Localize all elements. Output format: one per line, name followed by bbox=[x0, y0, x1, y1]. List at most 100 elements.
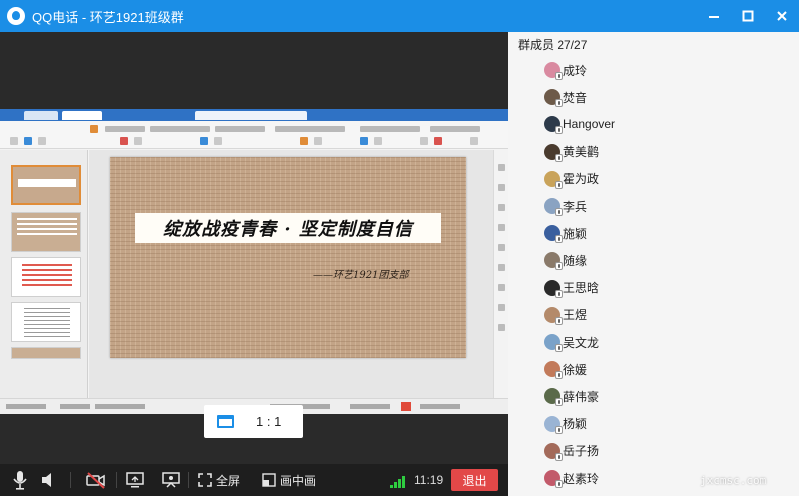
member-item[interactable]: 王思晗 bbox=[544, 277, 599, 299]
member-name: 施颖 bbox=[563, 226, 588, 241]
members-count: 群成员 27/27 bbox=[518, 38, 588, 52]
fullscreen-label: 全屏 bbox=[216, 473, 241, 488]
qq-logo-icon bbox=[7, 7, 25, 25]
member-name: 随缘 bbox=[563, 253, 588, 268]
mic-status-icon bbox=[555, 99, 563, 108]
member-item[interactable]: 王煜 bbox=[544, 304, 587, 326]
member-item[interactable]: 霍为政 bbox=[544, 168, 599, 190]
minimize-icon bbox=[709, 16, 719, 18]
slide-thumbnail bbox=[11, 257, 81, 297]
pip-label: 画中画 bbox=[280, 473, 317, 488]
member-item[interactable]: 吴文龙 bbox=[544, 331, 599, 353]
slide-thumbnail bbox=[11, 302, 81, 342]
maximize-icon bbox=[742, 10, 754, 22]
slide-thumbnail bbox=[11, 347, 81, 359]
shared-ribbon bbox=[0, 121, 508, 149]
microphone-icon bbox=[13, 471, 27, 490]
slide-title: 绽放战疫青春 · 坚定制度自信 bbox=[163, 219, 413, 240]
slide: 绽放战疫青春 · 坚定制度自信 ——环艺1921团支部 bbox=[110, 157, 466, 358]
member-item[interactable]: 李兵 bbox=[544, 195, 587, 217]
slide-subtitle: ——环艺1921团支部 bbox=[313, 270, 409, 281]
shared-tab bbox=[195, 111, 307, 120]
mic-status-icon bbox=[555, 480, 563, 488]
member-name: 吴文龙 bbox=[563, 335, 600, 350]
mic-status-icon bbox=[555, 344, 563, 352]
exit-button[interactable]: 退出 bbox=[451, 469, 498, 491]
speaker-button[interactable] bbox=[40, 464, 58, 496]
avatar bbox=[544, 170, 563, 189]
fullscreen-icon bbox=[198, 473, 212, 487]
member-name: 李兵 bbox=[563, 199, 588, 214]
member-item[interactable]: 赵素玲 bbox=[544, 467, 599, 489]
mic-status-icon bbox=[555, 208, 563, 216]
avatar bbox=[544, 415, 563, 434]
avatar bbox=[544, 388, 563, 407]
member-name: 王煜 bbox=[563, 308, 588, 323]
speaker-icon bbox=[42, 473, 51, 487]
member-name: 焚音 bbox=[563, 90, 588, 105]
avatar bbox=[544, 62, 563, 80]
mic-status-icon bbox=[555, 316, 563, 325]
mic-status-icon bbox=[555, 235, 563, 244]
member-item[interactable]: 黄美鹳 bbox=[544, 141, 599, 163]
shared-tab bbox=[62, 111, 102, 120]
avatar bbox=[544, 334, 563, 352]
members-panel: 群成员 27/27 成玲焚音 Hangover 黄美鹳霍为政李兵施颖随缘王思晗王煜吴… bbox=[508, 32, 799, 496]
member-name: Hangover bbox=[563, 117, 616, 132]
slide-thumbnail bbox=[11, 165, 81, 205]
avatar bbox=[544, 361, 563, 380]
window-icon bbox=[217, 415, 234, 428]
maximize-button[interactable] bbox=[731, 0, 765, 32]
member-item[interactable]: 成玲 bbox=[544, 59, 587, 81]
member-item[interactable]: 徐媛 bbox=[544, 358, 587, 380]
video-area[interactable]: 绽放战疫青春 · 坚定制度自信 ——环艺1921团支部 1: 1 bbox=[0, 32, 508, 464]
member-item[interactable]: 随缘 bbox=[544, 249, 587, 271]
avatar bbox=[544, 143, 563, 162]
call-duration: 11:19 bbox=[414, 473, 444, 487]
signal-strength-icon bbox=[390, 476, 408, 488]
avatar bbox=[544, 198, 563, 216]
shared-app-tabbar bbox=[0, 109, 508, 121]
member-name: 黄美鹳 bbox=[563, 145, 600, 160]
slide-canvas: 绽放战疫青春 · 坚定制度自信 ——环艺1921团支部 bbox=[89, 150, 493, 398]
member-item[interactable]: 施颖 bbox=[544, 222, 587, 244]
mic-status-icon bbox=[555, 126, 563, 135]
shared-tab bbox=[24, 111, 58, 120]
avatar bbox=[544, 442, 563, 461]
avatar bbox=[544, 279, 563, 298]
avatar bbox=[544, 252, 563, 271]
close-icon bbox=[777, 11, 787, 21]
shared-right-toolbar bbox=[493, 150, 508, 398]
mic-status-icon bbox=[555, 425, 563, 434]
fullscreen-button[interactable]: 全屏 bbox=[198, 464, 240, 496]
mic-status-icon bbox=[555, 398, 563, 407]
member-name: 赵素玲 bbox=[563, 471, 600, 486]
member-name: 霍为政 bbox=[563, 172, 600, 187]
member-item[interactable]: Hangover bbox=[544, 113, 615, 135]
member-name: 成玲 bbox=[563, 63, 588, 78]
member-name: 杨颖 bbox=[563, 417, 588, 432]
member-item[interactable]: 杨颖 bbox=[544, 413, 587, 435]
member-name: 岳子扬 bbox=[563, 444, 600, 459]
slide-thumbnail-panel bbox=[0, 150, 88, 398]
pip-button[interactable]: 画中画 bbox=[262, 464, 316, 496]
share-screen-icon bbox=[126, 472, 144, 488]
member-name: 徐媛 bbox=[563, 362, 588, 377]
shared-screen[interactable]: 绽放战疫青春 · 坚定制度自信 ——环艺1921团支部 bbox=[0, 109, 508, 414]
member-item[interactable]: 焚音 bbox=[544, 86, 587, 108]
mic-button[interactable] bbox=[12, 464, 28, 496]
slide-thumbnail bbox=[11, 212, 81, 252]
presentation-button[interactable] bbox=[162, 464, 180, 496]
mic-status-icon bbox=[555, 180, 563, 189]
camera-off-button[interactable] bbox=[86, 464, 106, 496]
minimize-button[interactable] bbox=[697, 0, 731, 32]
window-controls bbox=[697, 0, 799, 32]
member-item[interactable]: 岳子扬 bbox=[544, 440, 599, 462]
share-screen-button[interactable] bbox=[126, 464, 144, 496]
member-item[interactable]: 薛伟豪 bbox=[544, 385, 599, 407]
mic-status-icon bbox=[555, 289, 563, 298]
slide-title-band: 绽放战疫青春 · 坚定制度自信 bbox=[135, 213, 441, 243]
ratio-toggle-button[interactable]: 1 : 1 bbox=[204, 405, 303, 438]
pip-icon bbox=[262, 473, 276, 487]
close-button[interactable] bbox=[765, 0, 799, 32]
